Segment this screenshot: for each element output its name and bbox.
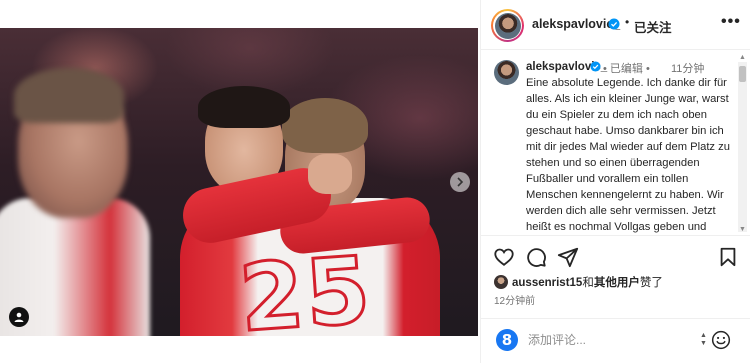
- add-comment-bar: 8 ▲▼: [481, 318, 750, 363]
- liker-username[interactable]: aussenrist15: [512, 277, 582, 289]
- post-photo: 25: [0, 28, 478, 336]
- other-likers-link[interactable]: 其他用户: [594, 277, 640, 289]
- verified-badge-icon: [608, 18, 620, 30]
- bookmark-icon[interactable]: [717, 246, 739, 268]
- header-separator: •: [625, 15, 630, 29]
- caption-text: Eine absolute Legende. Ich danke dir für…: [526, 77, 730, 233]
- scroll-down-arrow-icon[interactable]: ▼: [738, 226, 747, 233]
- next-media-button[interactable]: [450, 172, 470, 192]
- sticker-icon[interactable]: 8: [496, 329, 518, 351]
- post-header: alekspavlovic_ • 已关注 •••: [481, 0, 750, 50]
- resize-spinner-icon[interactable]: ▲ ▼: [700, 332, 707, 348]
- verified-badge-icon: [590, 61, 601, 72]
- emoji-icon[interactable]: [711, 330, 731, 350]
- photo-player-hair-front: [198, 86, 290, 128]
- scrollbar-thumb[interactable]: [739, 66, 746, 82]
- heart-icon[interactable]: [493, 246, 515, 268]
- following-button[interactable]: 已关注: [634, 17, 672, 36]
- comment-icon[interactable]: [525, 246, 547, 268]
- edited-label: • 已编辑 •: [603, 63, 650, 75]
- likes-summary: aussenrist15和其他用户赞了: [494, 275, 663, 289]
- photo-player-hair-back: [282, 98, 368, 153]
- photo-player-left-hair: [14, 68, 124, 123]
- jersey-number: 25: [235, 235, 377, 336]
- caption-time: 11分钟: [671, 63, 705, 75]
- more-options-icon[interactable]: •••: [721, 13, 741, 31]
- photo-player-hand: [308, 154, 352, 194]
- post-side-panel: alekspavlovic_ • 已关注 ••• alekspavlovic_ …: [480, 0, 750, 363]
- scrollbar[interactable]: [738, 62, 747, 232]
- likes-connector: 和: [582, 277, 594, 289]
- avatar[interactable]: [494, 275, 508, 289]
- comment-input[interactable]: [528, 331, 688, 349]
- likes-suffix: 赞了: [639, 277, 663, 289]
- avatar[interactable]: [494, 60, 519, 85]
- avatar[interactable]: [494, 12, 521, 39]
- action-bar: [481, 235, 750, 275]
- caption-area: alekspavlovic_ • 已编辑 • 11分钟 Eine absolut…: [481, 50, 750, 235]
- post-media: 25: [0, 0, 480, 363]
- share-icon[interactable]: [557, 246, 579, 268]
- scroll-up-arrow-icon[interactable]: ▲: [738, 54, 747, 61]
- chevron-right-icon: [457, 177, 464, 187]
- user-tag-icon: [14, 312, 24, 322]
- post-timestamp[interactable]: 12分钟前: [494, 292, 535, 307]
- tagged-users-button[interactable]: [9, 307, 29, 327]
- story-ring[interactable]: [491, 9, 524, 42]
